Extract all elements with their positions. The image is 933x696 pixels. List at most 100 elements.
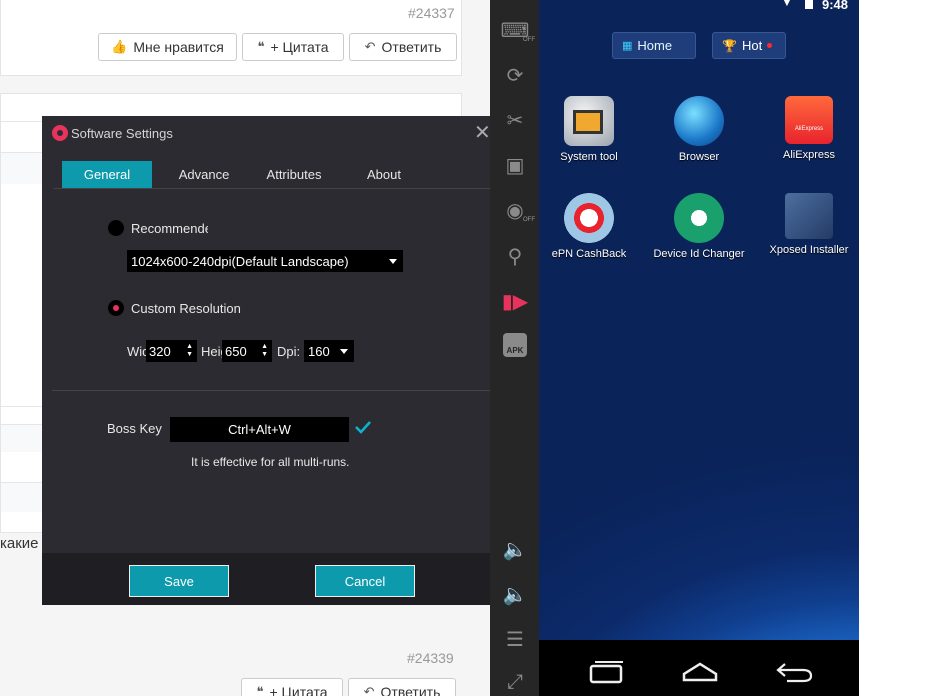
dpi-select[interactable]: 160 [304, 340, 354, 362]
globe-icon [674, 96, 724, 146]
chevron-down-icon [389, 259, 397, 264]
resolution-select[interactable]: 1024x600-240dpi(Default Landscape) [127, 250, 403, 272]
dpi-value: 160 [308, 343, 330, 359]
reply-label: Ответить [381, 39, 442, 55]
app-label: Device Id Changer [653, 248, 745, 260]
custom-resolution-radio[interactable] [108, 300, 124, 316]
quote-label: + Цитата [269, 684, 328, 696]
video-record-icon[interactable]: ▮▶ [501, 287, 529, 315]
tab-general[interactable]: General [62, 161, 152, 188]
quote-label: + Цитата [270, 39, 329, 55]
app-label: Browser [678, 151, 720, 163]
recent-apps-icon[interactable] [589, 660, 625, 684]
gear-icon [52, 125, 68, 141]
post-number: #24337 [408, 5, 455, 21]
height-value: 650 [225, 343, 247, 359]
like-label: Мне нравится [133, 39, 224, 55]
stepper-arrows-icon[interactable]: ▲ ▼ [186, 343, 193, 359]
section-divider [52, 390, 490, 391]
app-xposed-installer[interactable]: Xposed Installer [754, 193, 859, 256]
tab-home[interactable]: ▦ Home [612, 32, 696, 59]
app-system-tool[interactable]: System tool [539, 96, 644, 163]
custom-resolution-label: Custom Resolution [131, 301, 241, 316]
resolution-select-value: 1024x600-240dpi(Default Landscape) [131, 253, 349, 269]
wifi-icon: ▼ [781, 0, 793, 9]
app-epn-cashback[interactable]: ePN CashBack [539, 193, 644, 260]
battery-icon [805, 0, 813, 9]
grid-icon: ▦ [622, 40, 633, 52]
width-value: 320 [149, 343, 171, 359]
app-label: Xposed Installer [769, 244, 849, 256]
chevron-down-icon [340, 349, 348, 354]
emulator-toolbar: ⌨ OFF ⟳ ✂ ▣ ◉ OFF ⚲ ▮▶ APK 🔈 🔈 ☰ ⤢ [490, 0, 539, 696]
app-aliexpress[interactable]: AliExpress AliExpress [754, 96, 859, 161]
scissors-icon[interactable]: ✂ [501, 106, 529, 134]
tab-divider [54, 188, 494, 189]
inbox-icon[interactable]: ▣ [501, 151, 529, 179]
quote-icon: ❝ [256, 684, 264, 696]
width-label: Width [127, 344, 147, 359]
reply-button[interactable]: ↶ Ответить [349, 33, 457, 61]
height-stepper[interactable]: 650 ▲ ▼ [222, 340, 272, 362]
device-id-changer-icon [674, 193, 724, 243]
tab-hot-label: Hot [741, 38, 763, 53]
quote-button[interactable]: ❝ + Цитата [241, 678, 343, 696]
tab-advance[interactable]: Advance [160, 161, 248, 188]
stepper-arrows-icon[interactable]: ▲ ▼ [261, 343, 268, 359]
camera-icon[interactable]: ◉ OFF [501, 196, 535, 224]
quote-button[interactable]: ❝ + Цитата [242, 33, 344, 61]
boss-key-note: It is effective for all multi-runs. [191, 455, 350, 469]
post-text: какие [0, 535, 39, 552]
app-label: System tool [560, 151, 618, 163]
cancel-button[interactable]: Cancel [315, 565, 415, 597]
app-label: AliExpress [783, 149, 835, 161]
like-button[interactable]: 👍 Мне нравится [98, 33, 237, 61]
apk-install-icon[interactable]: APK [503, 333, 527, 357]
tab-about[interactable]: About [340, 161, 428, 188]
off-label: OFF [523, 37, 535, 43]
dialog-footer: Save Cancel [42, 553, 500, 605]
volume-up-icon[interactable]: 🔈 [501, 535, 529, 563]
height-label: Height [201, 344, 222, 359]
close-icon[interactable]: ✕ [474, 122, 491, 144]
trophy-icon: 🏆 [722, 38, 737, 53]
aliexpress-logo-text: AliExpress [794, 126, 824, 132]
rotate-icon[interactable]: ⟳ [501, 61, 529, 89]
app-device-id-changer[interactable]: Device Id Changer [644, 193, 754, 260]
dialog-title-bar[interactable]: Software Settings ✕ [42, 116, 500, 150]
boss-key-input[interactable]: Ctrl+Alt+W [170, 417, 349, 442]
software-settings-dialog: Software Settings ✕ General Advance Attr… [42, 116, 500, 605]
settings-tabs: General Advance Attributes About [62, 161, 482, 189]
reply-icon: ↶ [363, 684, 375, 696]
background-area [859, 0, 933, 696]
menu-icon[interactable]: ☰ [501, 625, 529, 653]
checkmark-icon [355, 421, 371, 434]
volume-down-icon[interactable]: 🔈 [501, 580, 529, 608]
reply-button[interactable]: ↶ Ответить [348, 678, 456, 696]
fullscreen-icon[interactable]: ⤢ [501, 668, 529, 696]
save-button[interactable]: Save [129, 565, 229, 597]
off-label: OFF [523, 217, 535, 223]
tab-hot[interactable]: 🏆 Hot [712, 32, 786, 59]
location-icon[interactable]: ⚲ [501, 242, 529, 270]
keyboard-icon[interactable]: ⌨ OFF [501, 16, 535, 44]
forum-post: #24337 👍 Мне нравится ❝ + Цитата ↶ Ответ… [0, 0, 462, 76]
dialog-title: Software Settings [71, 126, 173, 141]
clock: 9:48 [822, 0, 849, 12]
post-number: #24339 [407, 650, 454, 666]
quote-icon: ❝ [257, 39, 265, 54]
epn-cashback-icon [564, 193, 614, 243]
app-label: ePN CashBack [551, 248, 627, 260]
app-browser[interactable]: Browser [644, 96, 754, 163]
back-icon[interactable] [775, 660, 813, 684]
recommended-radio[interactable] [108, 220, 124, 236]
android-navbar [539, 640, 859, 696]
tab-attributes[interactable]: Attributes [250, 161, 338, 188]
android-screen: ▼ 9:48 ▦ Home 🏆 Hot System tool Browser … [539, 0, 859, 640]
aliexpress-icon: AliExpress [785, 96, 833, 144]
thumbs-up-icon: 👍 [111, 39, 128, 54]
recommended-label: Recommended [131, 221, 208, 236]
reply-label: Ответить [380, 684, 441, 696]
width-stepper[interactable]: 320 ▲ ▼ [146, 340, 197, 362]
home-icon[interactable] [681, 660, 719, 684]
